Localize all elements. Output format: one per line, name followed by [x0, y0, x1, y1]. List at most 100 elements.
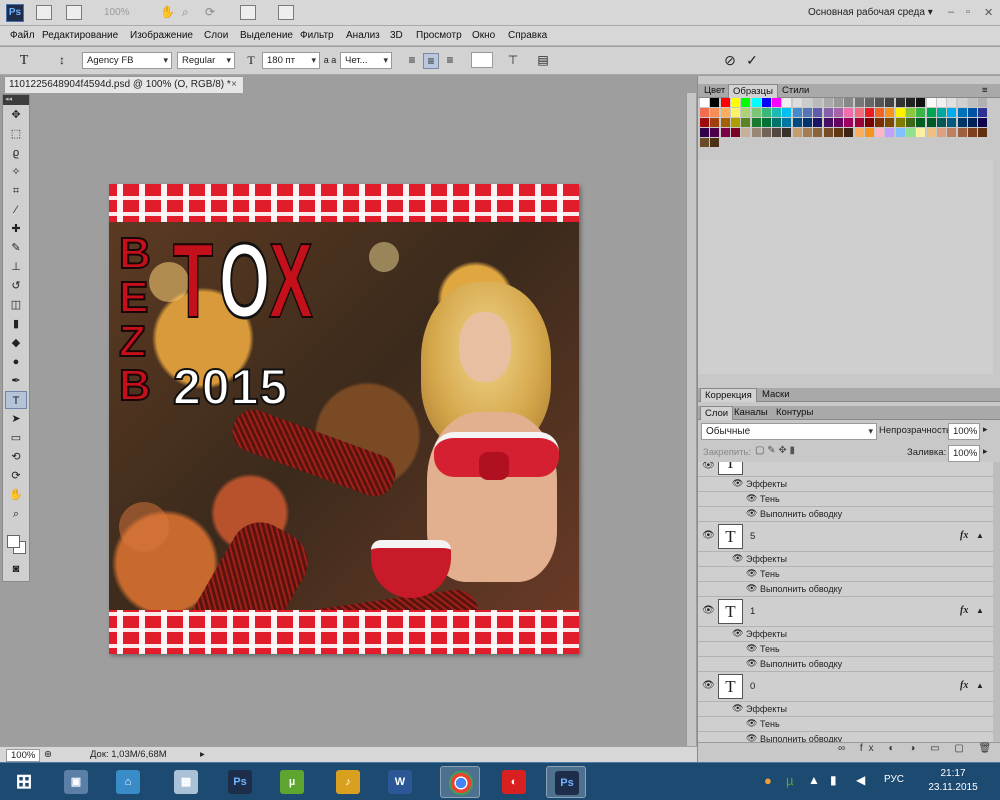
text-color-swatch[interactable]: [471, 52, 493, 68]
menu-image[interactable]: Изображение: [130, 30, 193, 41]
hand-tool-icon[interactable]: ✋: [160, 5, 175, 19]
swatch-cell[interactable]: [720, 128, 730, 137]
swatch-cell[interactable]: [782, 108, 792, 117]
swatch-cell[interactable]: [906, 128, 915, 137]
swatch-cell[interactable]: [864, 98, 874, 107]
swatch-cell[interactable]: [720, 98, 730, 107]
3d-orbit-tool-icon[interactable]: ⟳: [5, 467, 27, 485]
collapse-effects-icon[interactable]: ▲: [976, 606, 984, 615]
cancel-edit-icon[interactable]: ⊘: [722, 53, 738, 69]
network-icon[interactable]: ▮: [830, 773, 837, 787]
swatch-cell[interactable]: [844, 118, 854, 127]
effect-row[interactable]: 👁 Выполнить обводку: [698, 657, 993, 672]
swatch-cell[interactable]: [854, 128, 864, 137]
swatch-cell[interactable]: [978, 128, 988, 137]
tray-utorrent-icon[interactable]: µ: [786, 773, 794, 788]
3d-rotate-tool-icon[interactable]: ⟲: [5, 448, 27, 466]
layers-scrollbar[interactable]: [993, 462, 1000, 742]
swatch-cell[interactable]: [916, 128, 926, 137]
swatch-cell[interactable]: [772, 98, 782, 107]
swatch-cell[interactable]: [875, 108, 885, 117]
swatch-cell[interactable]: [833, 98, 843, 107]
effect-eye-icon[interactable]: 👁: [746, 493, 757, 504]
start-button[interactable]: ⊞: [4, 766, 44, 798]
antialias-select[interactable]: Чет...: [340, 52, 392, 69]
vertical-scrollbar[interactable]: [686, 93, 696, 746]
swatch-cell[interactable]: [761, 128, 771, 137]
swatch-cell[interactable]: [957, 128, 967, 137]
quick-mask-icon[interactable]: ◙: [5, 560, 27, 578]
collapse-effects-icon[interactable]: ▲: [976, 531, 984, 540]
align-right-icon[interactable]: ≡: [442, 53, 458, 69]
swatch-cell[interactable]: [978, 108, 988, 117]
swatch-cell[interactable]: [751, 128, 761, 137]
swatch-cell[interactable]: [936, 128, 946, 137]
blur-tool-icon[interactable]: ◆: [5, 334, 27, 352]
swatch-cell[interactable]: [967, 118, 977, 127]
tab-adjustments[interactable]: Коррекция: [700, 388, 757, 402]
swatch-cell[interactable]: [772, 118, 782, 127]
zoom-tool-icon[interactable]: ⌕: [5, 505, 27, 523]
swatch-cell[interactable]: [772, 108, 782, 117]
font-size-select[interactable]: 180 пт: [262, 52, 320, 69]
layer-row[interactable]: 👁 T: [698, 462, 993, 477]
type-tool-icon[interactable]: T: [5, 391, 27, 409]
character-panel-icon[interactable]: ▤: [535, 53, 551, 69]
layer-effects-row[interactable]: 👁 Эффекты: [698, 627, 993, 642]
swatch-cell[interactable]: [957, 98, 967, 107]
swatch-cell[interactable]: [803, 98, 812, 107]
layer-row[interactable]: 👁 T 0 fx ▲: [698, 672, 993, 702]
swatch-cell[interactable]: [936, 118, 946, 127]
taskbar-app[interactable]: [440, 766, 480, 798]
path-select-tool-icon[interactable]: ➤: [5, 410, 27, 428]
visibility-eye-icon[interactable]: 👁: [702, 680, 715, 691]
swatch-cell[interactable]: [895, 128, 905, 137]
swatch-cell[interactable]: [710, 118, 720, 127]
text-orientation-icon[interactable]: ↕: [54, 53, 70, 69]
swatch-cell[interactable]: [792, 128, 802, 137]
workspace-switcher[interactable]: Основная рабочая среда ▾: [808, 7, 933, 18]
swatch-cell[interactable]: [854, 118, 864, 127]
menu-file[interactable]: Файл: [10, 30, 35, 41]
fx-icon[interactable]: fx: [960, 605, 968, 616]
close-button[interactable]: ✕: [984, 6, 993, 19]
swatch-cell[interactable]: [782, 98, 792, 107]
swatch-cell[interactable]: [720, 108, 730, 117]
tab-masks[interactable]: Маски: [758, 388, 794, 402]
tab-layers[interactable]: Слои: [700, 406, 734, 420]
effect-row[interactable]: 👁 Тень: [698, 717, 993, 732]
swatch-cell[interactable]: [751, 108, 761, 117]
history-brush-icon[interactable]: ↺: [5, 277, 27, 295]
swatch-cell[interactable]: [885, 98, 895, 107]
zoom-tool-icon[interactable]: ⌕: [182, 5, 189, 20]
minimize-button[interactable]: –: [948, 6, 954, 18]
fill-slider-arrow-icon[interactable]: ▸: [983, 446, 988, 457]
swatch-cell[interactable]: [823, 118, 833, 127]
layer-effects-row[interactable]: 👁 Эффекты: [698, 702, 993, 717]
taskbar-app[interactable]: ♪: [328, 766, 368, 798]
visibility-eye-icon[interactable]: 👁: [702, 530, 715, 541]
effect-eye-icon[interactable]: 👁: [746, 508, 757, 519]
shape-tool-icon[interactable]: ▭: [5, 429, 27, 447]
swatch-cell[interactable]: [772, 128, 782, 137]
visibility-eye-icon[interactable]: 👁: [702, 605, 715, 616]
menu-help[interactable]: Справка: [508, 30, 547, 41]
swatch-cell[interactable]: [792, 118, 802, 127]
toolbox-header[interactable]: ◂◂: [3, 95, 29, 105]
swatch-cell[interactable]: [823, 128, 833, 137]
menu-view[interactable]: Просмотр: [416, 30, 462, 41]
taskbar-app[interactable]: ◐: [494, 766, 534, 798]
taskbar-app[interactable]: Ps: [546, 766, 586, 798]
swatch-cell[interactable]: [875, 128, 885, 137]
tab-color[interactable]: Цвет: [700, 84, 729, 98]
swatch-cell[interactable]: [957, 118, 967, 127]
taskbar-app[interactable]: ▣: [56, 766, 96, 798]
swatch-cell[interactable]: [967, 128, 977, 137]
visibility-eye-icon[interactable]: 👁: [702, 462, 715, 471]
menu-edit[interactable]: Редактирование: [42, 30, 118, 41]
tab-paths[interactable]: Контуры: [772, 406, 817, 420]
volume-icon[interactable]: ◀: [856, 773, 865, 787]
brush-tool-icon[interactable]: ✎: [5, 239, 27, 257]
swatch-cell[interactable]: [782, 118, 792, 127]
effect-eye-icon[interactable]: 👁: [746, 733, 757, 742]
